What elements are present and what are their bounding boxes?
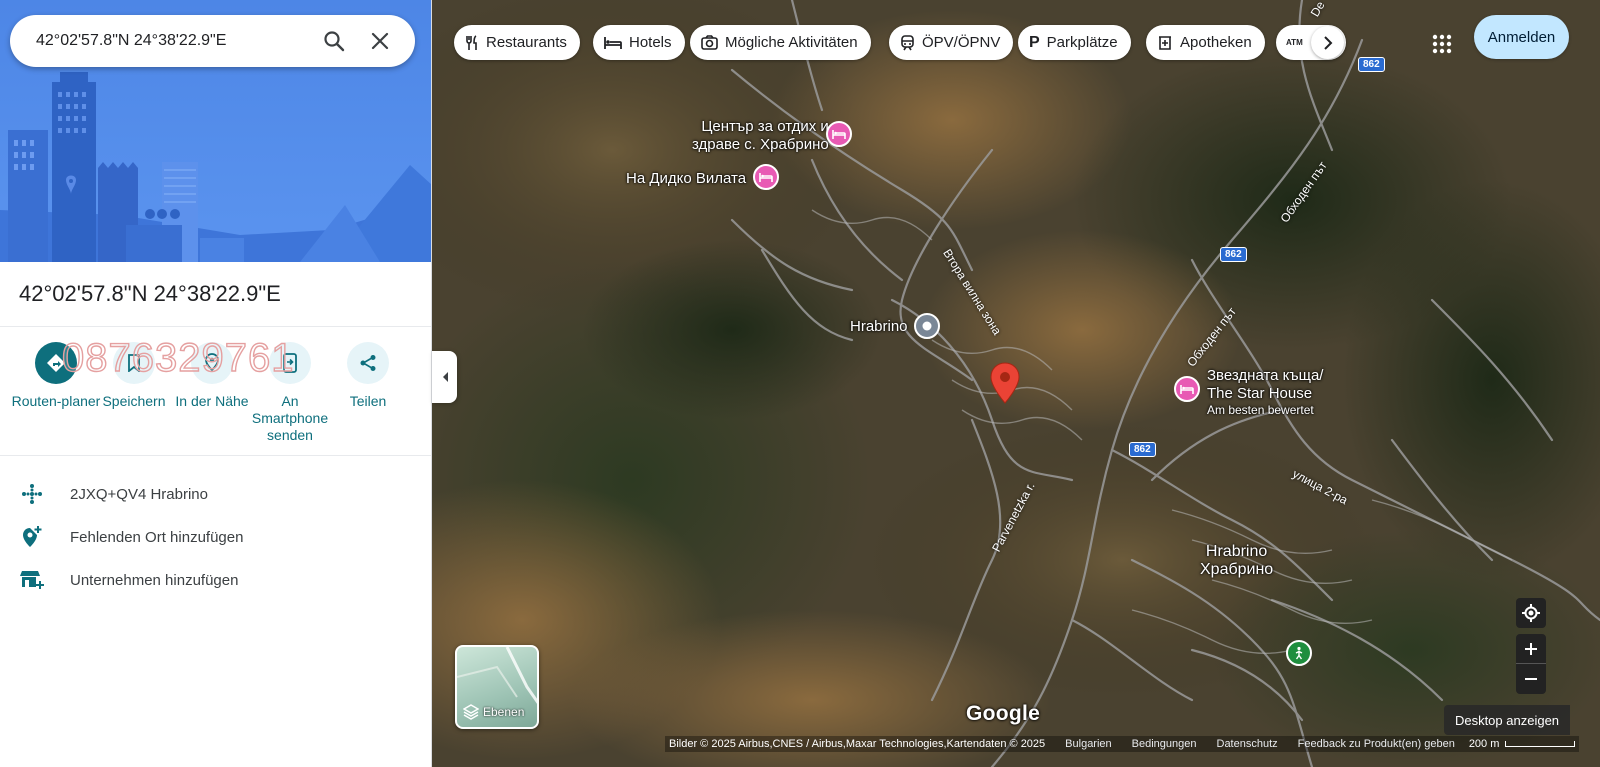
chip-restaurants[interactable]: Restaurants (454, 25, 580, 60)
zoom-out-button[interactable] (1516, 664, 1546, 694)
bed-icon (832, 130, 846, 139)
hotel-icon (604, 36, 622, 50)
location-pin-icon[interactable] (990, 362, 1020, 404)
scale-line (1505, 741, 1576, 747)
send-to-phone-button[interactable]: An Smartphone senden (250, 342, 330, 444)
place-title: 42°02'57.8"N 24°38'22.9"E (19, 281, 281, 306)
plus-icon (1525, 642, 1537, 655)
google-logo: Google (966, 702, 1041, 725)
divider (0, 326, 431, 327)
apps-grid-icon (1432, 34, 1452, 54)
route-shield-862: 862 (1220, 247, 1247, 262)
chip-hotels[interactable]: Hotels (593, 25, 685, 60)
action-bar: Routen-planer Speichern In der Nähe An S… (0, 342, 431, 452)
atm-icon: ATM (1286, 38, 1303, 47)
nearby-button[interactable]: In der Nähe (172, 342, 252, 410)
my-location-button[interactable] (1516, 598, 1546, 628)
send-to-phone-icon (283, 353, 297, 373)
minus-icon (1525, 678, 1537, 680)
plus-code-row[interactable]: 2JXQ+QV4 Hrabrino (0, 474, 431, 514)
place-marker-icon[interactable] (913, 312, 941, 340)
privacy-link[interactable]: Datenschutz (1217, 738, 1278, 750)
zoom-in-button[interactable] (1516, 634, 1546, 664)
directions-button[interactable]: Routen-planer (12, 342, 100, 410)
chips-scroll-right-button[interactable] (1311, 26, 1344, 59)
route-shield-862: 862 (1358, 57, 1385, 72)
pharmacy-icon (1157, 35, 1173, 51)
directions-icon (47, 354, 65, 372)
search-input[interactable] (36, 32, 306, 50)
transit-icon (900, 34, 915, 51)
chevron-right-icon (1323, 35, 1332, 50)
town-label-hrabrino[interactable]: Hrabrino Храбрино (1200, 543, 1273, 579)
sign-in-button[interactable]: Anmelden (1474, 15, 1569, 59)
imagery-attribution: Bilder © 2025 Airbus,CNES / Airbus,Maxar… (669, 738, 1046, 750)
save-button[interactable]: Speichern (94, 342, 174, 410)
hotel-poi-marker[interactable] (1174, 376, 1200, 402)
bed-icon (759, 173, 773, 182)
feedback-link[interactable]: Feedback zu Produkt(en) geben (1298, 738, 1455, 750)
share-icon (360, 355, 376, 371)
share-button[interactable]: Teilen (328, 342, 408, 410)
bookmark-icon (128, 354, 140, 372)
desktop-view-button[interactable]: Desktop anzeigen (1444, 705, 1570, 735)
poi-label-didko-villa[interactable]: На Дидко Вилата (626, 170, 746, 188)
satellite-map[interactable] (432, 0, 1600, 767)
zoom-control (1516, 634, 1546, 694)
chip-transit[interactable]: ÖPV/ÖPNV (889, 25, 1014, 60)
place-panel: 42°02'57.8"N 24°38'22.9"E Routen-planer … (0, 0, 432, 767)
scale-label: 200 m (1468, 738, 1500, 750)
layers-icon (463, 704, 479, 720)
poi-label-wellness-center[interactable]: Център за отдих и здраве с. Храбрино (692, 118, 829, 154)
nearby-icon (205, 353, 219, 372)
place-label-hrabrino-small[interactable]: Hrabrino (850, 318, 908, 336)
bed-icon (1180, 385, 1194, 394)
search-button[interactable] (314, 21, 354, 61)
hotel-poi-marker[interactable] (753, 164, 779, 190)
clear-search-button[interactable] (360, 21, 400, 61)
park-poi-marker[interactable] (1286, 640, 1312, 666)
chip-pharmacy[interactable]: Apotheken (1146, 25, 1265, 60)
map-footer: Bilder © 2025 Airbus,CNES / Airbus,Maxar… (665, 736, 1580, 752)
layers-toggle[interactable]: Ebenen (455, 645, 539, 729)
my-location-icon (1522, 604, 1540, 622)
search-box (10, 15, 415, 67)
collapse-panel-button[interactable] (432, 351, 457, 403)
close-icon (371, 32, 389, 50)
search-icon (324, 31, 345, 52)
route-shield-862: 862 (1129, 442, 1156, 457)
layers-label: Ebenen (483, 705, 525, 719)
add-business-icon (19, 569, 45, 591)
poi-label-star-house[interactable]: Звездната къща/ The Star House Am besten… (1207, 367, 1323, 417)
google-maps-app: Център за отдих и здраве с. Храбрино На … (0, 0, 1600, 767)
camera-icon (701, 35, 718, 50)
add-place-icon (19, 525, 45, 549)
chevron-left-icon (442, 372, 448, 382)
add-business-row[interactable]: Unternehmen hinzufügen (0, 560, 431, 600)
terms-link[interactable]: Bedingungen (1132, 738, 1197, 750)
chip-atm[interactable]: ATM (1276, 25, 1346, 60)
hiking-icon (1295, 646, 1303, 660)
add-missing-place-row[interactable]: Fehlenden Ort hinzufügen (0, 517, 431, 557)
divider (0, 455, 431, 456)
google-apps-button[interactable] (1422, 24, 1462, 64)
chip-activities[interactable]: Mögliche Aktivitäten (690, 25, 871, 60)
parking-icon: P (1029, 33, 1040, 51)
plus-code-icon (19, 483, 45, 505)
country-link[interactable]: Bulgarien (1065, 738, 1111, 750)
hotel-poi-marker[interactable] (826, 121, 852, 147)
scale-bar[interactable]: 200 m (1469, 738, 1576, 750)
chip-parking[interactable]: P Parkplätze (1018, 25, 1131, 60)
restaurant-icon (465, 34, 479, 51)
